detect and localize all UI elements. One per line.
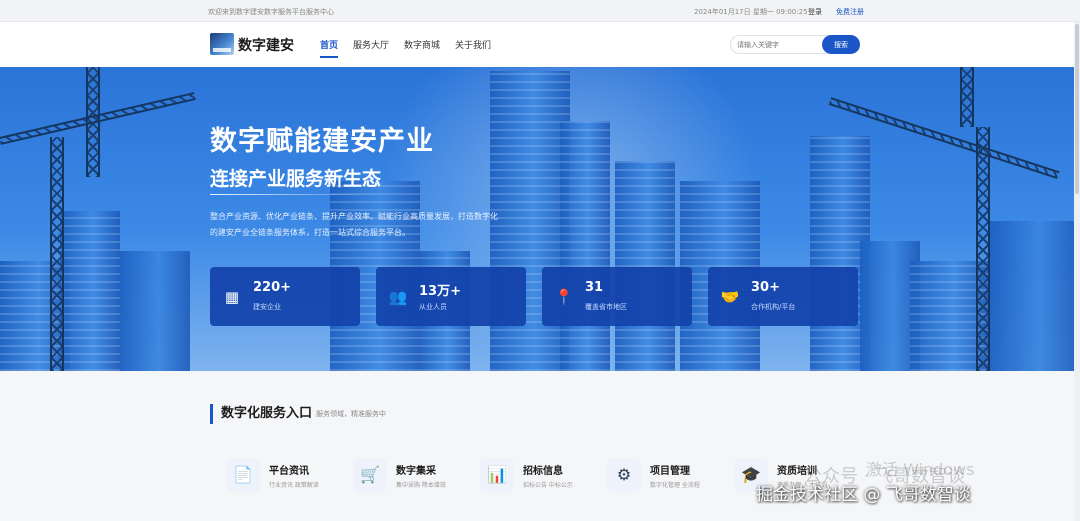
logo-icon[interactable]	[210, 33, 234, 55]
stat-value: 31	[585, 280, 604, 295]
stat-card-practitioners[interactable]: 👥 13万+ 从业人员	[376, 267, 526, 326]
hero-description: 整合产业资源、优化产业链条、提升产业效率、赋能行业高质量发展，打造数字化的建安产…	[210, 212, 498, 237]
logo-text[interactable]: 数字建安	[238, 35, 294, 55]
nav-item-digital-mall[interactable]: 数字商城	[404, 38, 440, 58]
stat-value: 220+	[253, 280, 292, 295]
bar-chart-icon: 📊	[480, 458, 514, 492]
register-link[interactable]: 免费注册	[836, 7, 864, 17]
location-pin-icon: 📍	[554, 288, 574, 306]
service-entry-project[interactable]: ⚙ 项目管理 数字化管理 全流程	[607, 456, 734, 496]
stat-label: 从业人员	[419, 303, 447, 311]
scrollbar-thumb[interactable]	[1075, 24, 1079, 194]
stat-label: 建安企业	[253, 303, 281, 311]
hero-banner: 数字赋能建安产业 连接产业服务新生态 整合产业资源、优化产业链条、提升产业效率、…	[0, 67, 1080, 371]
main-header: 数字建安 首页 服务大厅 数字商城 关于我们 搜索	[0, 22, 1080, 67]
service-desc: 招标公告 中标公示	[523, 482, 573, 489]
stat-label: 合作机构/平台	[751, 303, 796, 311]
service-desc: 行业资讯 政策解读	[269, 482, 319, 489]
service-desc: 数字化管理 全流程	[650, 482, 700, 489]
cart-icon: 🛒	[353, 458, 387, 492]
stat-value: 13万+	[419, 284, 461, 299]
service-name: 数字集采	[396, 466, 436, 477]
main-nav: 首页 服务大厅 数字商城 关于我们	[320, 38, 491, 58]
service-name: 项目管理	[650, 466, 690, 477]
stat-card-regions[interactable]: 📍 31 覆盖省市地区	[542, 267, 692, 326]
document-icon: 📄	[226, 458, 260, 492]
services-section-subtitle: 服务领域，精准服务中	[316, 410, 386, 418]
welcome-text: 欢迎来到数字建安数字服务平台服务中心	[208, 8, 334, 16]
service-name: 招标信息	[523, 466, 563, 477]
nav-item-service-hall[interactable]: 服务大厅	[353, 38, 389, 58]
building-icon: ▦	[224, 288, 240, 306]
search-box: 搜索	[730, 35, 860, 54]
login-link[interactable]: 登录	[808, 7, 822, 17]
stats-row: ▦ 220+ 建安企业 👥 13万+ 从业人员 📍 31 覆盖省市地区 🤝 30…	[210, 267, 858, 326]
gear-icon: ⚙	[607, 458, 641, 492]
search-button[interactable]: 搜索	[822, 35, 860, 54]
handshake-icon: 🤝	[720, 288, 740, 306]
service-entry-bidding[interactable]: 📊 招标信息 招标公告 中标公示	[480, 456, 607, 496]
stat-value: 30+	[751, 280, 780, 295]
stat-card-partners[interactable]: 🤝 30+ 合作机构/平台	[708, 267, 858, 326]
nav-item-home[interactable]: 首页	[320, 38, 339, 58]
service-desc: 集中采购 降本增效	[396, 482, 446, 489]
service-entry-news[interactable]: 📄 平台资讯 行业资讯 政策解读	[226, 456, 353, 496]
people-icon: 👥	[388, 288, 408, 306]
services-section-title: 数字化服务入口	[210, 404, 312, 424]
page-scrollbar[interactable]	[1074, 22, 1080, 521]
hero-subtitle: 连接产业服务新生态	[210, 168, 382, 190]
service-name: 平台资讯	[269, 466, 309, 477]
top-utility-bar: 欢迎来到数字建安数字服务平台服务中心 2024年01月17日 星期一 09:00…	[0, 0, 1080, 22]
service-entry-procurement[interactable]: 🛒 数字集采 集中采购 降本增效	[353, 456, 480, 496]
nav-item-about[interactable]: 关于我们	[455, 38, 491, 58]
platform-watermark: 掘金技术社区 @ 飞哥数智谈	[756, 485, 971, 505]
hero-title: 数字赋能建安产业	[210, 126, 434, 157]
hero-divider	[210, 194, 380, 195]
stat-card-enterprises[interactable]: ▦ 220+ 建安企业	[210, 267, 360, 326]
date-text: 2024年01月17日 星期一 09:00:25	[694, 8, 808, 16]
search-input[interactable]	[737, 38, 819, 52]
stat-label: 覆盖省市地区	[585, 303, 627, 311]
